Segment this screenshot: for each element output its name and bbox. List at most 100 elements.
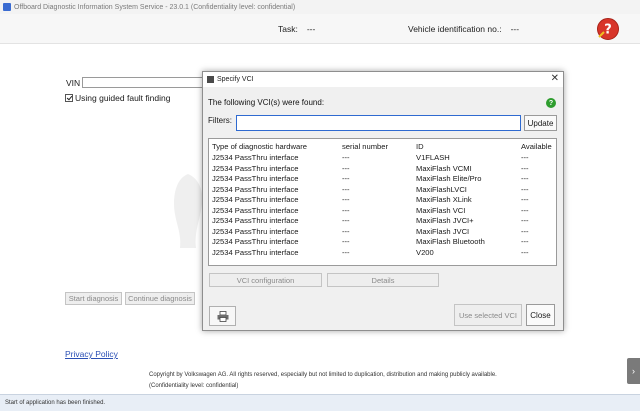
- cell-id: MaxiFlash JVCI+: [416, 216, 474, 225]
- vehicle-id-value: ---: [510, 24, 520, 34]
- specify-vci-dialog: Specify VCI ✕ The following VCI(s) were …: [202, 71, 564, 331]
- cell-hardware: J2534 PassThru interface: [212, 205, 299, 215]
- continue-diagnosis-button[interactable]: Continue diagnosis: [125, 292, 195, 305]
- filters-label: Filters:: [208, 116, 232, 125]
- table-row[interactable]: J2534 PassThru interface --- MaxiFlash VCM…: [209, 164, 556, 175]
- cell-serial: ---: [342, 153, 350, 162]
- column-header-serial[interactable]: serial number: [342, 142, 388, 151]
- cell-serial: ---: [342, 237, 350, 246]
- cell-hardware: J2534 PassThru interface: [212, 163, 299, 173]
- privacy-policy-link[interactable]: Privacy Policy: [65, 349, 118, 359]
- copyright-line-2: (Confidentiality level: confidential): [149, 383, 239, 389]
- cell-available: ---: [521, 226, 529, 236]
- cell-hardware: J2534 PassThru interface: [212, 226, 299, 236]
- cell-available: ---: [521, 247, 529, 257]
- window-title: Offboard Diagnostic Information System S…: [14, 3, 296, 11]
- cell-hardware: J2534 PassThru interface: [212, 195, 299, 204]
- guided-fault-finding-label: Using guided fault finding: [75, 93, 171, 103]
- table-row[interactable]: J2534 PassThru interface --- MaxiFlash JVC…: [209, 227, 556, 238]
- dialog-app-icon: [207, 76, 214, 83]
- side-panel-toggle[interactable]: ›: [627, 358, 640, 384]
- task-label: Task:: [278, 24, 298, 34]
- vci-configuration-button[interactable]: VCI configuration: [209, 273, 322, 287]
- column-header-id[interactable]: ID: [416, 142, 424, 151]
- cell-id: V1FLASH: [416, 153, 450, 162]
- app-header: Task: --- Vehicle identification no.: --- …: [0, 14, 640, 44]
- cell-id: MaxiFlash VCI: [416, 205, 466, 215]
- cell-serial: ---: [342, 247, 350, 257]
- vehicle-id-label: Vehicle identification no.:: [408, 24, 502, 34]
- cell-serial: ---: [342, 205, 350, 215]
- cell-serial: ---: [342, 226, 350, 236]
- cell-hardware: J2534 PassThru interface: [212, 174, 299, 183]
- table-row[interactable]: J2534 PassThru interface --- MaxiFlash XLi…: [209, 195, 556, 206]
- cell-available: ---: [521, 174, 529, 183]
- update-button[interactable]: Update: [524, 115, 557, 131]
- vci-list[interactable]: Type of diagnostic hardware serial numbe…: [208, 138, 557, 266]
- background-logo-watermark: [174, 174, 203, 248]
- copyright-text: Copyright by Volkswagen AG. All rights r…: [149, 370, 497, 392]
- status-bar: Start of application has been finished.: [0, 394, 640, 411]
- status-text: Start of application has been finished.: [5, 400, 106, 406]
- svg-text:?: ?: [604, 23, 612, 38]
- list-header: Type of diagnostic hardware serial numbe…: [209, 142, 556, 153]
- chevron-right-icon: ›: [632, 366, 635, 376]
- cell-hardware: J2534 PassThru interface: [212, 184, 299, 194]
- close-button[interactable]: Close: [526, 304, 555, 326]
- table-row[interactable]: J2534 PassThru interface --- MaxiFlashLVCI…: [209, 185, 556, 196]
- cell-id: MaxiFlash Elite/Pro: [416, 174, 482, 183]
- table-row[interactable]: J2534 PassThru interface --- MaxiFlash VCI…: [209, 206, 556, 217]
- cell-id: MaxiFlash JVCI: [416, 226, 470, 236]
- cell-available: ---: [521, 163, 529, 173]
- cell-available: ---: [521, 216, 529, 225]
- guided-fault-finding-checkbox[interactable]: Using guided fault finding: [65, 93, 170, 103]
- cell-id: MaxiFlash XLink: [416, 195, 472, 204]
- dialog-title: Specify VCI: [217, 76, 254, 83]
- cell-available: ---: [521, 237, 529, 246]
- cell-hardware: J2534 PassThru interface: [212, 247, 299, 257]
- cell-hardware: J2534 PassThru interface: [212, 153, 299, 162]
- table-row[interactable]: J2534 PassThru interface --- MaxiFlash Blu…: [209, 237, 556, 248]
- vin-input[interactable]: [82, 77, 206, 88]
- task-value: ---: [306, 24, 316, 34]
- cell-available: ---: [521, 153, 529, 162]
- cell-hardware: J2534 PassThru interface: [212, 216, 299, 225]
- use-selected-vci-button[interactable]: Use selected VCI: [454, 304, 522, 326]
- table-row[interactable]: J2534 PassThru interface --- V1FLASH ---: [209, 153, 556, 164]
- task-field: Task: ---: [278, 24, 315, 34]
- cell-available: ---: [521, 184, 529, 194]
- table-row[interactable]: J2534 PassThru interface --- V200 ---: [209, 248, 556, 259]
- column-header-available[interactable]: Available: [521, 142, 552, 151]
- vehicle-id-field: Vehicle identification no.: ---: [408, 24, 519, 34]
- help-question-icon[interactable]: ?: [596, 17, 620, 41]
- cell-serial: ---: [342, 195, 350, 204]
- dialog-close-icon[interactable]: ✕: [551, 73, 559, 84]
- cell-id: MaxiFlash VCMI: [416, 163, 472, 173]
- app-icon: [3, 3, 11, 11]
- cell-serial: ---: [342, 174, 350, 183]
- column-header-hardware[interactable]: Type of diagnostic hardware: [212, 142, 307, 151]
- cell-serial: ---: [342, 184, 350, 194]
- copyright-line-1: Copyright by Volkswagen AG. All rights r…: [149, 372, 497, 378]
- cell-serial: ---: [342, 216, 350, 225]
- vci-found-label: The following VCI(s) were found:: [208, 98, 325, 107]
- cell-id: MaxiFlashLVCI: [416, 184, 467, 194]
- cell-available: ---: [521, 205, 529, 215]
- dialog-titlebar: Specify VCI ✕: [203, 72, 563, 87]
- start-diagnosis-button[interactable]: Start diagnosis: [65, 292, 122, 305]
- table-row[interactable]: J2534 PassThru interface --- MaxiFlash JVC…: [209, 216, 556, 227]
- checkbox-checked-icon[interactable]: [65, 94, 73, 102]
- cell-available: ---: [521, 195, 529, 204]
- cell-id: V200: [416, 247, 434, 257]
- details-button[interactable]: Details: [327, 273, 439, 287]
- filters-input[interactable]: [236, 115, 521, 131]
- cell-hardware: J2534 PassThru interface: [212, 237, 299, 246]
- cell-serial: ---: [342, 163, 350, 173]
- print-icon: [217, 310, 228, 322]
- window-titlebar: Offboard Diagnostic Information System S…: [0, 0, 640, 14]
- cell-id: MaxiFlash Bluetooth: [416, 237, 485, 246]
- help-icon[interactable]: ?: [546, 98, 556, 108]
- vin-label: VIN: [66, 78, 81, 88]
- table-row[interactable]: J2534 PassThru interface --- MaxiFlash Eli…: [209, 174, 556, 185]
- print-button[interactable]: [209, 306, 236, 326]
